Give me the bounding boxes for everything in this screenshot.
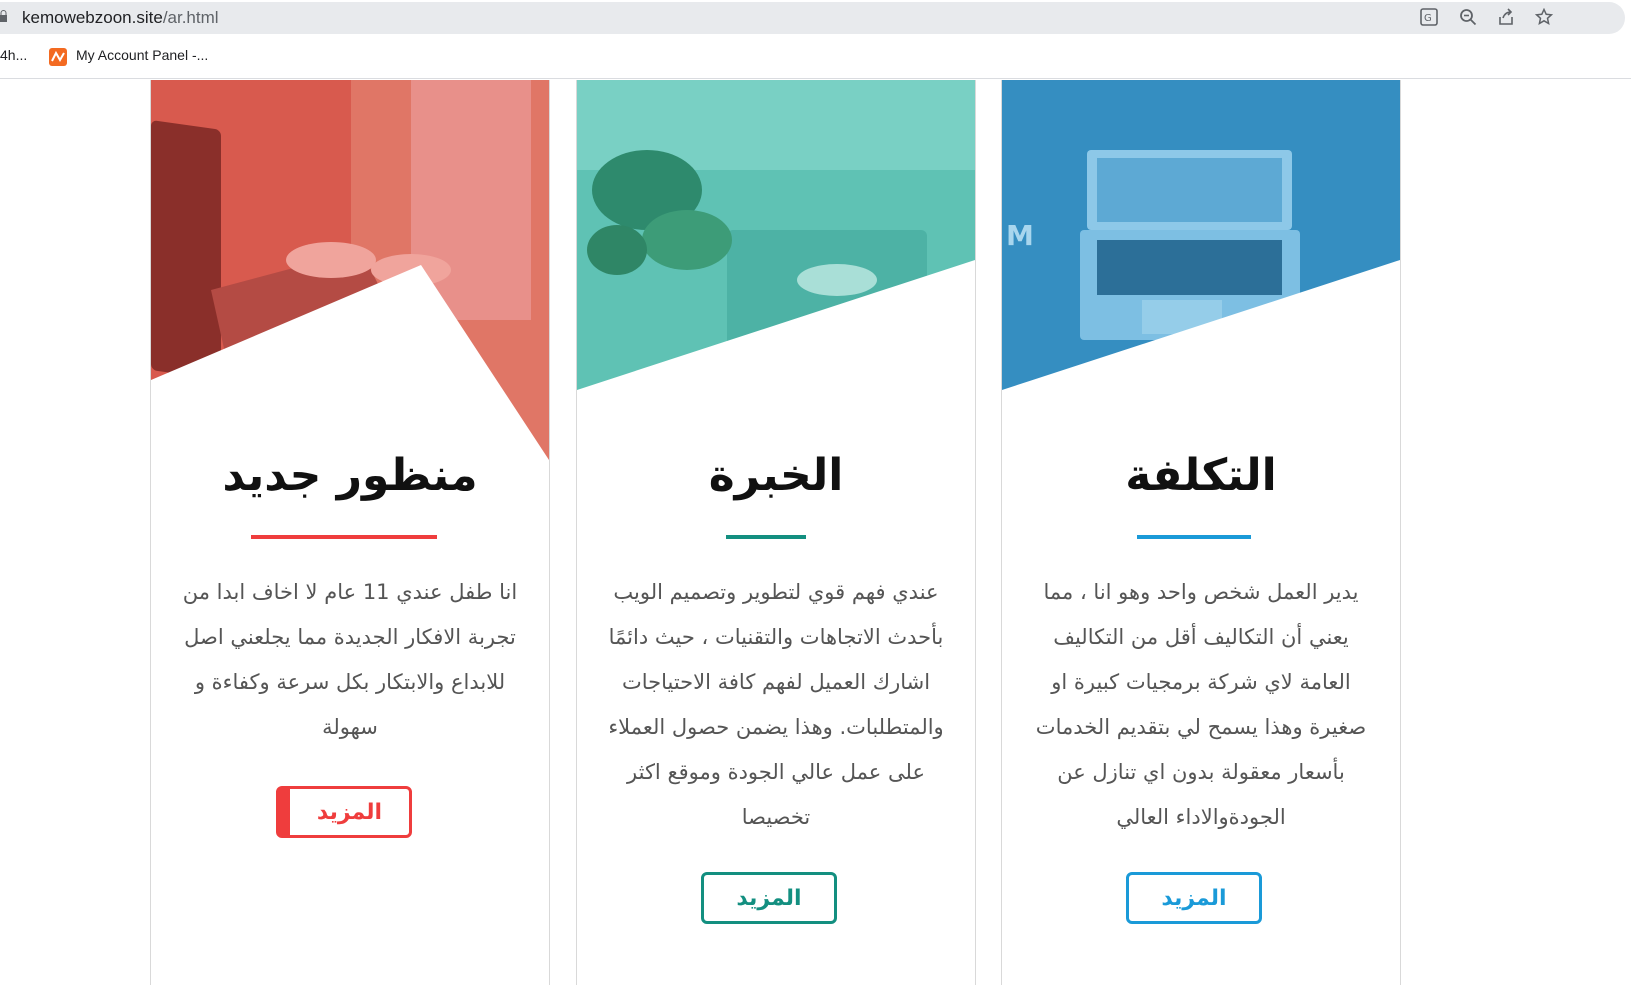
bookmark-item[interactable]: 4h... xyxy=(0,47,27,63)
share-icon[interactable] xyxy=(1495,6,1517,28)
svg-text:G: G xyxy=(1424,13,1432,24)
card-image-laptop-desk: M xyxy=(1002,80,1400,460)
feature-card-cost: M التكلفة يدير العمل شخص واحد وهو انا ، … xyxy=(1001,80,1401,985)
account-panel-favicon-icon xyxy=(49,48,67,66)
card-image-plant-laptop xyxy=(577,80,975,460)
more-button[interactable]: المزيد xyxy=(1126,872,1262,924)
zoom-icon[interactable] xyxy=(1457,6,1479,28)
address-bar: kemowebzoon.site/ar.html G xyxy=(0,0,1631,36)
title-underline xyxy=(726,535,806,539)
lock-icon xyxy=(0,10,7,22)
feature-card-experience: الخبرة عندي فهم قوي لتطوير وتصميم الويب … xyxy=(576,80,976,985)
card-title: منظور جديد xyxy=(222,450,478,501)
title-underline xyxy=(1137,535,1251,539)
card-title: التكلفة xyxy=(1125,450,1277,501)
url-domain: kemowebzoon.site xyxy=(22,8,163,27)
feature-card-perspective: منظور جديد انا طفل عندي 11 عام لا اخاف ا… xyxy=(150,80,550,985)
title-underline xyxy=(251,535,437,539)
bookmark-account-panel[interactable]: My Account Panel -... xyxy=(76,47,208,63)
more-button[interactable]: المزيد xyxy=(701,872,837,924)
card-image-laptop-hands xyxy=(151,80,549,460)
bookmarks-bar xyxy=(0,36,1631,79)
svg-text:M: M xyxy=(1006,219,1034,252)
bookmark-star-icon[interactable] xyxy=(1533,6,1555,28)
url-text[interactable]: kemowebzoon.site/ar.html xyxy=(22,8,219,28)
url-field[interactable] xyxy=(0,2,1625,34)
card-description: انا طفل عندي 11 عام لا اخاف ابدا من تجرب… xyxy=(182,580,518,739)
translate-icon[interactable]: G xyxy=(1418,6,1440,28)
url-path: /ar.html xyxy=(162,8,219,27)
more-button[interactable]: المزيد xyxy=(276,786,412,838)
card-description: عندي فهم قوي لتطوير وتصميم الويب بأحدث ا… xyxy=(608,580,944,829)
card-description: يدير العمل شخص واحد وهو انا ، مما يعني أ… xyxy=(1035,580,1367,829)
card-title: الخبرة xyxy=(708,450,844,501)
